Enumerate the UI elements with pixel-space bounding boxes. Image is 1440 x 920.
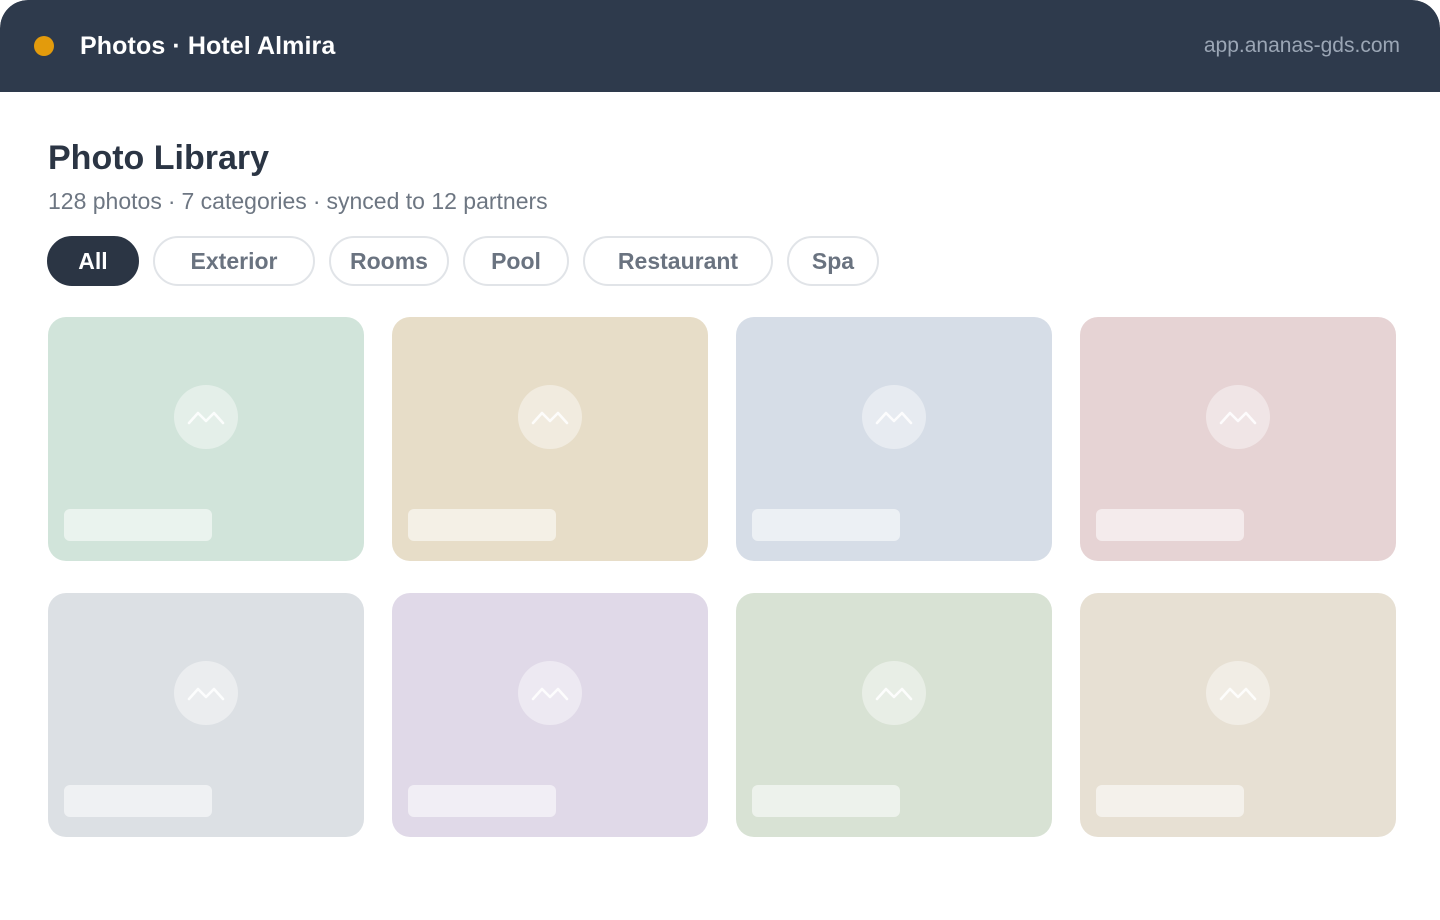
filter-chip-restaurant[interactable]: Restaurant <box>583 236 773 286</box>
filter-chip-all[interactable]: All <box>47 236 139 286</box>
photo-caption-placeholder <box>408 785 556 817</box>
app-window: Photos · Hotel Almira app.ananas-gds.com… <box>0 0 1440 920</box>
photo-card[interactable] <box>392 593 708 837</box>
photo-caption-placeholder <box>752 509 900 541</box>
image-placeholder-icon <box>862 661 926 725</box>
photo-card[interactable] <box>48 593 364 837</box>
photo-card[interactable] <box>392 317 708 561</box>
image-placeholder-icon <box>518 385 582 449</box>
sync-status: synced to 12 partners <box>326 188 548 214</box>
image-placeholder-icon <box>174 385 238 449</box>
page-title: Photo Library <box>48 139 270 177</box>
photo-card[interactable] <box>1080 593 1396 837</box>
photo-caption-placeholder <box>64 509 212 541</box>
filter-chip-rooms[interactable]: Rooms <box>329 236 449 286</box>
image-placeholder-icon <box>174 661 238 725</box>
photo-caption-placeholder <box>752 785 900 817</box>
photo-card[interactable] <box>1080 317 1396 561</box>
photo-card[interactable] <box>736 317 1052 561</box>
filter-chip-spa[interactable]: Spa <box>787 236 879 286</box>
photo-grid <box>48 317 1396 837</box>
photo-card[interactable] <box>48 317 364 561</box>
library-stats: 128 photos · 7 categories · synced to 12 par… <box>48 186 1396 216</box>
photo-count: 128 photos <box>48 188 162 214</box>
image-placeholder-icon <box>518 661 582 725</box>
stats-separator: · <box>167 188 176 214</box>
stats-separator: · <box>312 188 321 214</box>
photo-card[interactable] <box>736 593 1052 837</box>
photo-caption-placeholder <box>408 509 556 541</box>
image-placeholder-icon <box>1206 385 1270 449</box>
image-placeholder-icon <box>1206 661 1270 725</box>
filter-chip-pool[interactable]: Pool <box>463 236 569 286</box>
status-dot <box>34 36 54 56</box>
title-bar-left: Photos · Hotel Almira <box>34 32 335 61</box>
category-filters: All Exterior Rooms Pool Restaurant Spa <box>47 236 1396 286</box>
photo-caption-placeholder <box>1096 785 1244 817</box>
window-title: Photos · Hotel Almira <box>80 31 336 60</box>
image-placeholder-icon <box>862 385 926 449</box>
category-count: 7 categories <box>181 188 307 214</box>
photo-caption-placeholder <box>64 785 212 817</box>
title-bar: Photos · Hotel Almira app.ananas-gds.com <box>0 0 1440 92</box>
filter-chip-exterior[interactable]: Exterior <box>153 236 315 286</box>
photo-caption-placeholder <box>1096 509 1244 541</box>
main-content: Photo Library 128 photos · 7 categories · sy… <box>0 138 1440 837</box>
app-url: app.ananas-gds.com <box>1203 34 1400 57</box>
